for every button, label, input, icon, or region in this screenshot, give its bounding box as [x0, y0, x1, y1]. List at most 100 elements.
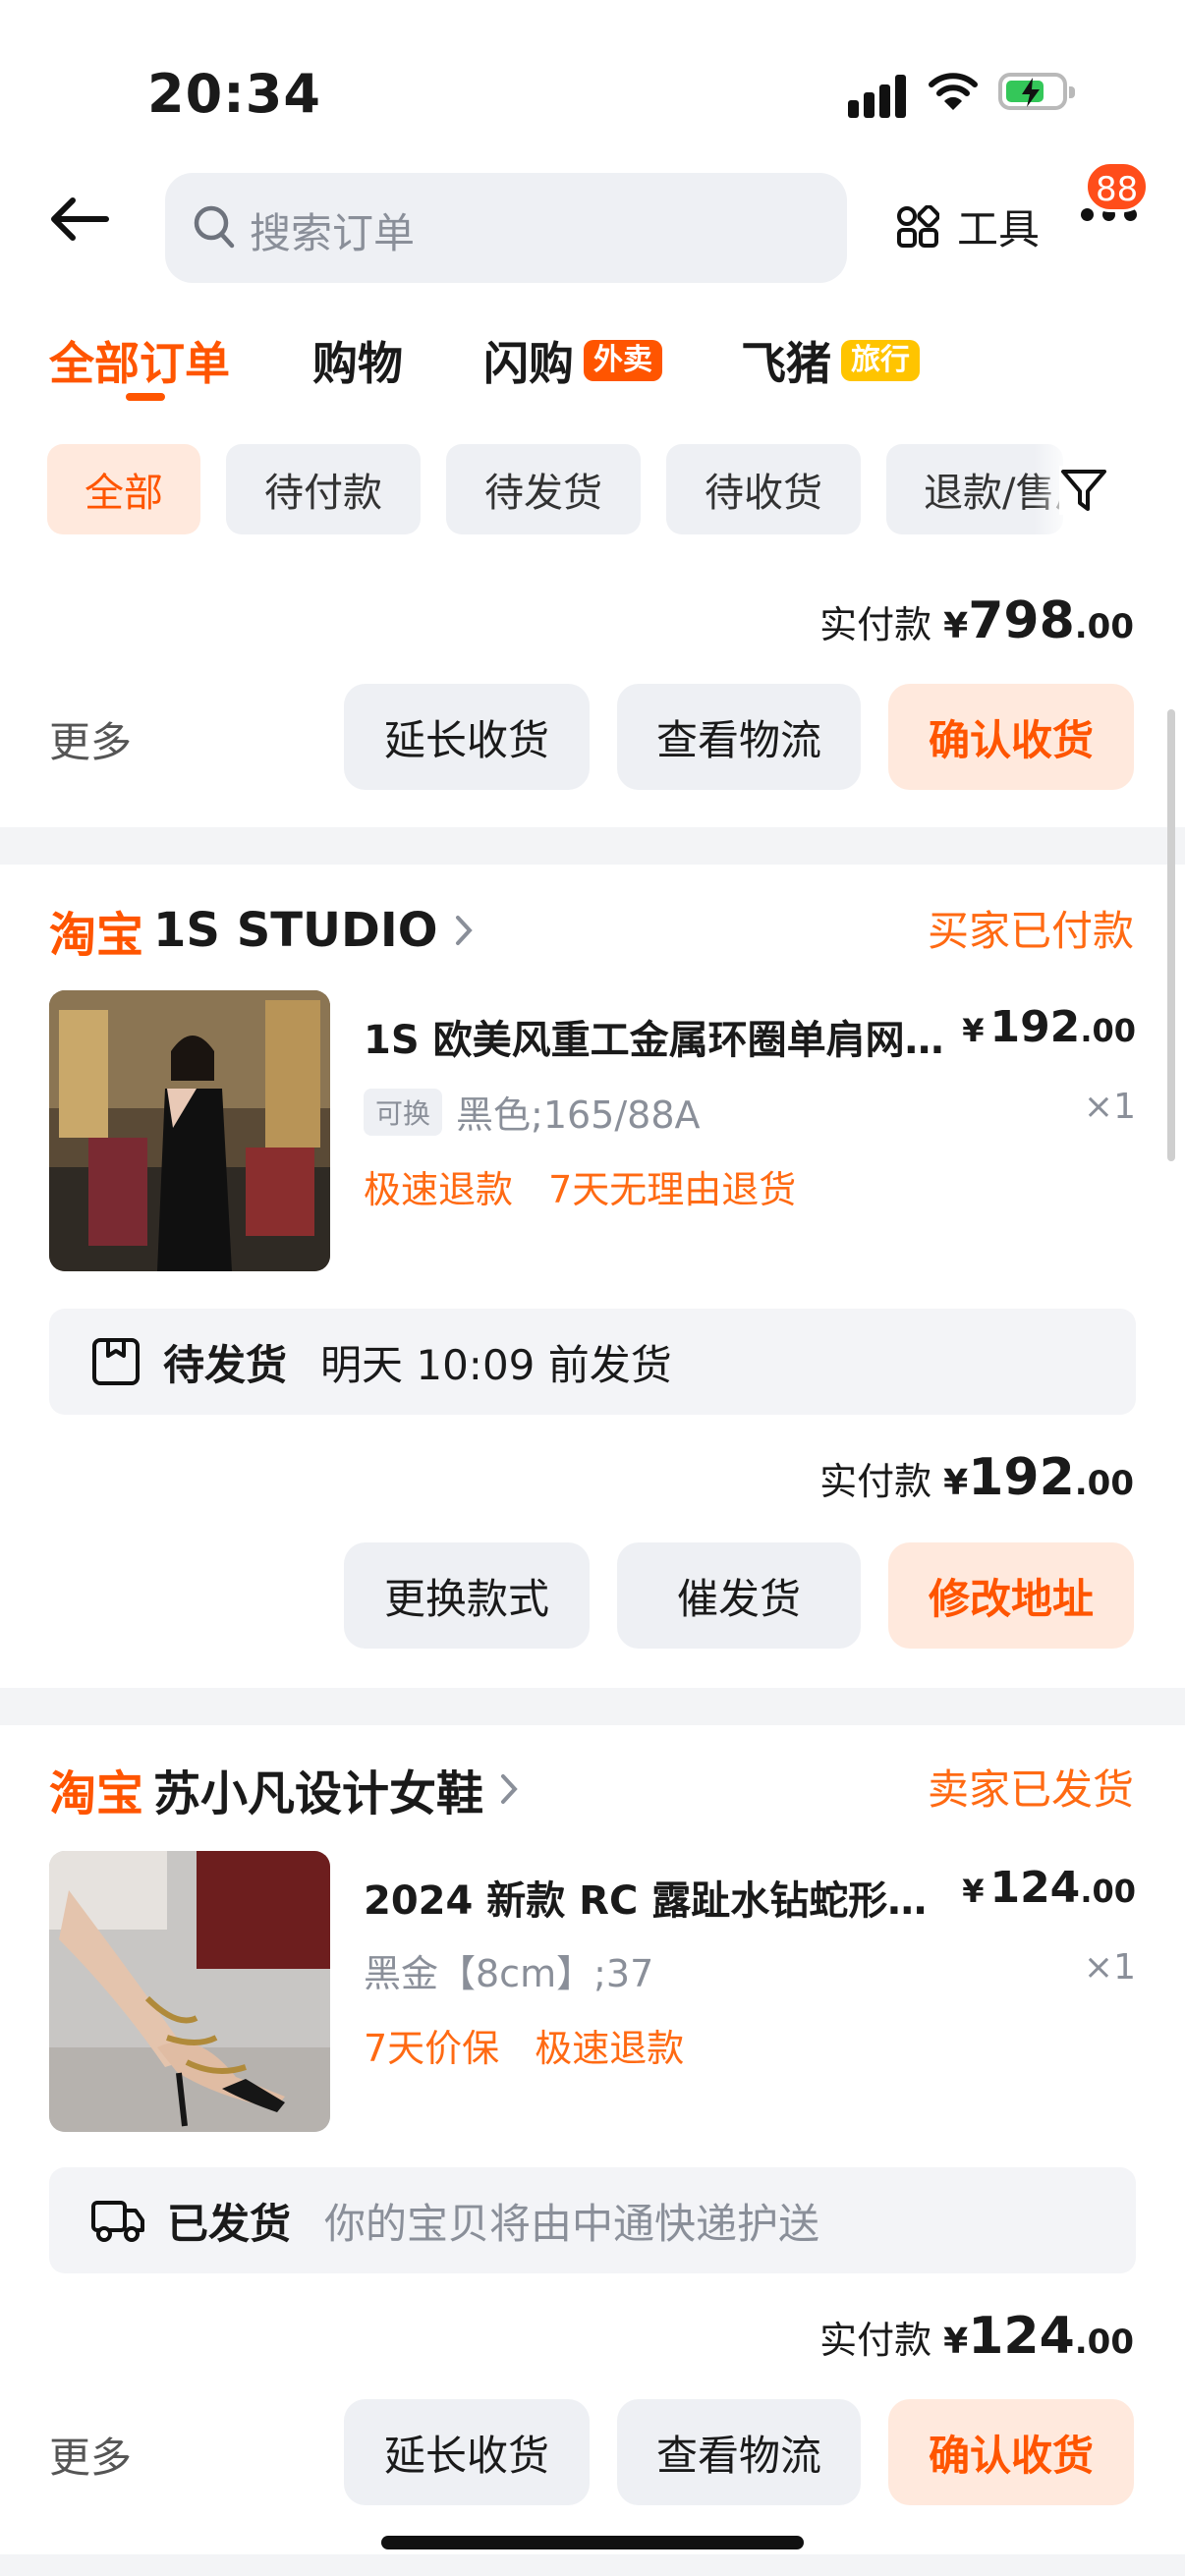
currency: ¥	[962, 1012, 985, 1049]
chevron-right-icon	[501, 1774, 518, 1804]
paid-amount: 实付款 ¥ 192 .00	[819, 1448, 1134, 1507]
amount-dec: .00	[1074, 2323, 1134, 2362]
chevron-right-icon	[455, 916, 473, 945]
order-status: 买家已付款	[927, 907, 1134, 955]
shop-name: 1S STUDIO	[153, 903, 438, 958]
extend-receipt-button[interactable]: 延长收货	[344, 2399, 590, 2505]
paid-amount: 实付款 ¥ 124 .00	[819, 2307, 1134, 2366]
product-spec: 黑金【8cm】;37	[364, 1943, 653, 1997]
price-int: 192	[989, 1002, 1081, 1052]
product-image[interactable]	[49, 1851, 330, 2132]
tab-label: 购物	[312, 337, 403, 390]
amount-dec: .00	[1074, 1464, 1134, 1503]
top-header: 20:34 搜索订单 工具 88 全部订单 购物 闪购 外卖 飞猪 旅行 全部 …	[0, 0, 1185, 568]
shipping-status: 待发货	[163, 1340, 288, 1389]
more-link[interactable]: 更多	[49, 2425, 132, 2485]
product-spec: 可换 黑色;165/88A	[364, 1085, 701, 1139]
paid-label: 实付款	[819, 603, 932, 646]
filter-chip-pending-shipment[interactable]: 待发货	[446, 444, 641, 534]
tools-grid-icon	[897, 204, 939, 248]
filter-chip-all[interactable]: 全部	[47, 444, 200, 534]
product-price: ¥ 124 .00	[962, 1863, 1136, 1913]
urge-shipment-button[interactable]: 催发货	[617, 1542, 861, 1649]
tab-label: 闪购	[483, 337, 574, 390]
tab-all-orders[interactable]: 全部订单	[49, 328, 230, 393]
shop-name: 苏小凡设计女鞋	[153, 1766, 484, 1821]
currency: ¥	[962, 1873, 985, 1910]
filter-chip-pending-payment[interactable]: 待付款	[226, 444, 421, 534]
notification-badge: 88	[1085, 161, 1150, 212]
order-status: 卖家已发货	[927, 1765, 1134, 1814]
tab-shopping[interactable]: 购物	[312, 328, 403, 393]
service-tag: 7天无理由退货	[548, 1168, 797, 1211]
product-title[interactable]: 2024 新款 RC 露趾水钻蛇形缠绕高跟凉鞋	[364, 1869, 953, 1926]
back-arrow-icon[interactable]	[49, 196, 110, 242]
change-style-button[interactable]: 更换款式	[344, 1542, 590, 1649]
cellular-signal-icon	[848, 75, 907, 118]
takeout-tag: 外卖	[584, 340, 662, 381]
currency: ¥	[943, 2322, 969, 2362]
status-time: 20:34	[147, 63, 321, 125]
tools-label: 工具	[957, 205, 1041, 253]
search-icon	[194, 205, 235, 249]
shipping-info[interactable]: 待发货 明天 10:09 前发货	[49, 1309, 1136, 1415]
tab-label: 全部订单	[49, 337, 230, 390]
package-icon	[92, 1338, 140, 1385]
spec-text: 黑金【8cm】;37	[364, 1952, 654, 1995]
platform-name: 淘宝	[49, 908, 144, 963]
confirm-receipt-button[interactable]: 确认收货	[888, 684, 1134, 790]
more-link[interactable]: 更多	[49, 709, 132, 769]
tools-button[interactable]: 工具	[896, 196, 1040, 256]
shop-header[interactable]: 淘宝 1S STUDIO	[49, 896, 474, 965]
product-image[interactable]	[49, 990, 330, 1271]
currency: ¥	[943, 606, 969, 646]
confirm-receipt-button[interactable]: 确认收货	[888, 2399, 1134, 2505]
product-quantity: ×1	[1083, 1947, 1136, 1988]
service-tags: 7天价保 极速退款	[364, 2018, 707, 2072]
tab-flash-buy[interactable]: 闪购 外卖	[483, 328, 662, 393]
product-title[interactable]: 1S 欧美风重工金属环圈单肩网纱连衣裙	[364, 1008, 953, 1065]
view-logistics-button[interactable]: 查看物流	[617, 684, 861, 790]
truck-icon	[91, 2201, 144, 2242]
extend-receipt-button[interactable]: 延长收货	[344, 684, 590, 790]
filter-icon[interactable]	[1059, 466, 1108, 515]
swap-tag: 可换	[364, 1088, 443, 1136]
shipping-status: 已发货	[167, 2199, 292, 2248]
amount-int: 798	[968, 591, 1075, 650]
spec-text: 黑色;165/88A	[456, 1093, 701, 1137]
amount-dec: .00	[1074, 607, 1134, 646]
product-quantity: ×1	[1083, 1087, 1136, 1127]
order-card-1s-studio: 淘宝 1S STUDIO 买家已付款 1S 欧美风重工金属环圈单肩网纱连衣裙 ¥…	[0, 865, 1185, 1688]
paid-amount: 实付款 ¥ 798 .00	[819, 591, 1134, 650]
amount-int: 192	[968, 1448, 1075, 1507]
tab-label: 飞猪	[741, 337, 831, 390]
shipping-message: 你的宝贝将由中通快递护送	[324, 2199, 820, 2248]
scrollbar[interactable]	[1167, 709, 1175, 1161]
shipping-message: 明天 10:09 前发货	[320, 1340, 672, 1389]
shipping-info[interactable]: 已发货 你的宝贝将由中通快递护送	[49, 2167, 1136, 2273]
active-tab-indicator	[126, 393, 165, 401]
view-logistics-button[interactable]: 查看物流	[617, 2399, 861, 2505]
price-dec: .00	[1080, 1873, 1136, 1910]
order-card-previous: 实付款 ¥ 798 .00 更多 延长收货 查看物流 确认收货	[0, 568, 1185, 827]
price-dec: .00	[1080, 1012, 1136, 1049]
paid-label: 实付款	[819, 1460, 932, 1503]
search-placeholder: 搜索订单	[250, 209, 416, 257]
search-input[interactable]: 搜索订单	[165, 173, 847, 283]
battery-icon	[998, 73, 1075, 110]
price-int: 124	[989, 1863, 1081, 1913]
service-tag: 极速退款	[535, 2027, 685, 2070]
product-price: ¥ 192 .00	[962, 1002, 1136, 1052]
amount-int: 124	[968, 2307, 1075, 2366]
service-tag: 7天价保	[364, 2027, 500, 2070]
shop-header[interactable]: 淘宝 苏小凡设计女鞋	[49, 1755, 519, 1823]
paid-label: 实付款	[819, 2319, 932, 2362]
platform-name: 淘宝	[49, 1766, 144, 1821]
filter-chip-pending-receipt[interactable]: 待收货	[666, 444, 861, 534]
travel-tag: 旅行	[841, 340, 920, 381]
home-indicator[interactable]	[381, 2536, 804, 2549]
modify-address-button[interactable]: 修改地址	[888, 1542, 1134, 1649]
order-card-su-xiaofan: 淘宝 苏小凡设计女鞋 卖家已发货 2024 新款 RC 露趾水钻蛇形缠绕高跟凉鞋…	[0, 1725, 1185, 2554]
tab-fliggy[interactable]: 飞猪 旅行	[741, 328, 920, 393]
wifi-icon	[929, 73, 978, 110]
